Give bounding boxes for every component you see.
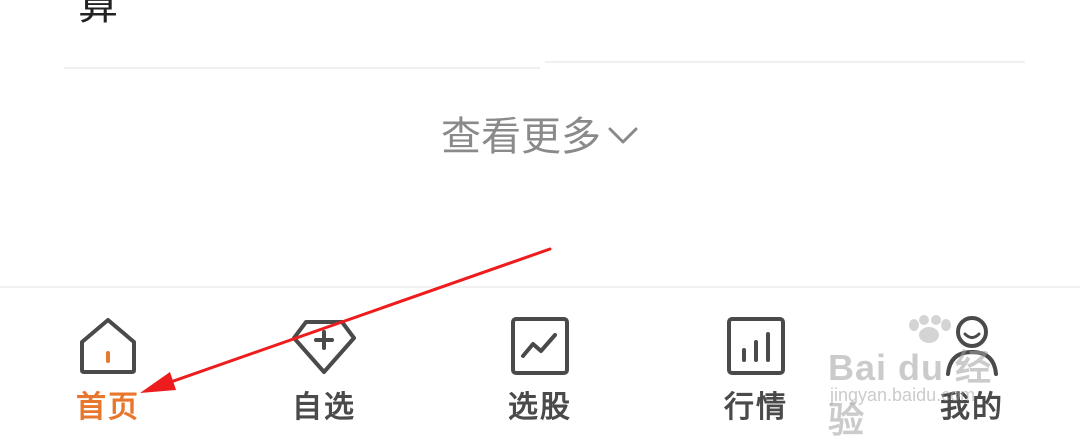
home-icon	[76, 314, 140, 378]
tab-watchlist[interactable]: 自选	[216, 288, 432, 435]
partial-list-text: 算	[78, 0, 118, 29]
see-more-button[interactable]: 查看更多	[0, 112, 1080, 162]
tab-label: 自选	[292, 390, 356, 425]
list-divider	[64, 67, 540, 69]
tab-label: 选股	[508, 390, 572, 425]
tab-label: 我的	[940, 390, 1004, 425]
tab-label: 首页	[76, 390, 140, 425]
bottom-tab-bar: 首页 自选 选股 行情 我的	[0, 286, 1080, 435]
tab-market[interactable]: 行情	[648, 288, 864, 435]
tab-home[interactable]: 首页	[0, 288, 216, 435]
stock-trend-icon	[508, 314, 572, 378]
tab-stock-picker[interactable]: 选股	[432, 288, 648, 435]
bar-chart-icon	[724, 314, 788, 378]
tab-label: 行情	[724, 390, 788, 425]
user-icon	[940, 314, 1004, 378]
chevron-down-icon	[607, 109, 639, 159]
tag-plus-icon	[292, 314, 356, 378]
tab-mine[interactable]: 我的	[864, 288, 1080, 435]
see-more-label: 查看更多	[441, 114, 601, 160]
list-divider	[545, 61, 1025, 63]
